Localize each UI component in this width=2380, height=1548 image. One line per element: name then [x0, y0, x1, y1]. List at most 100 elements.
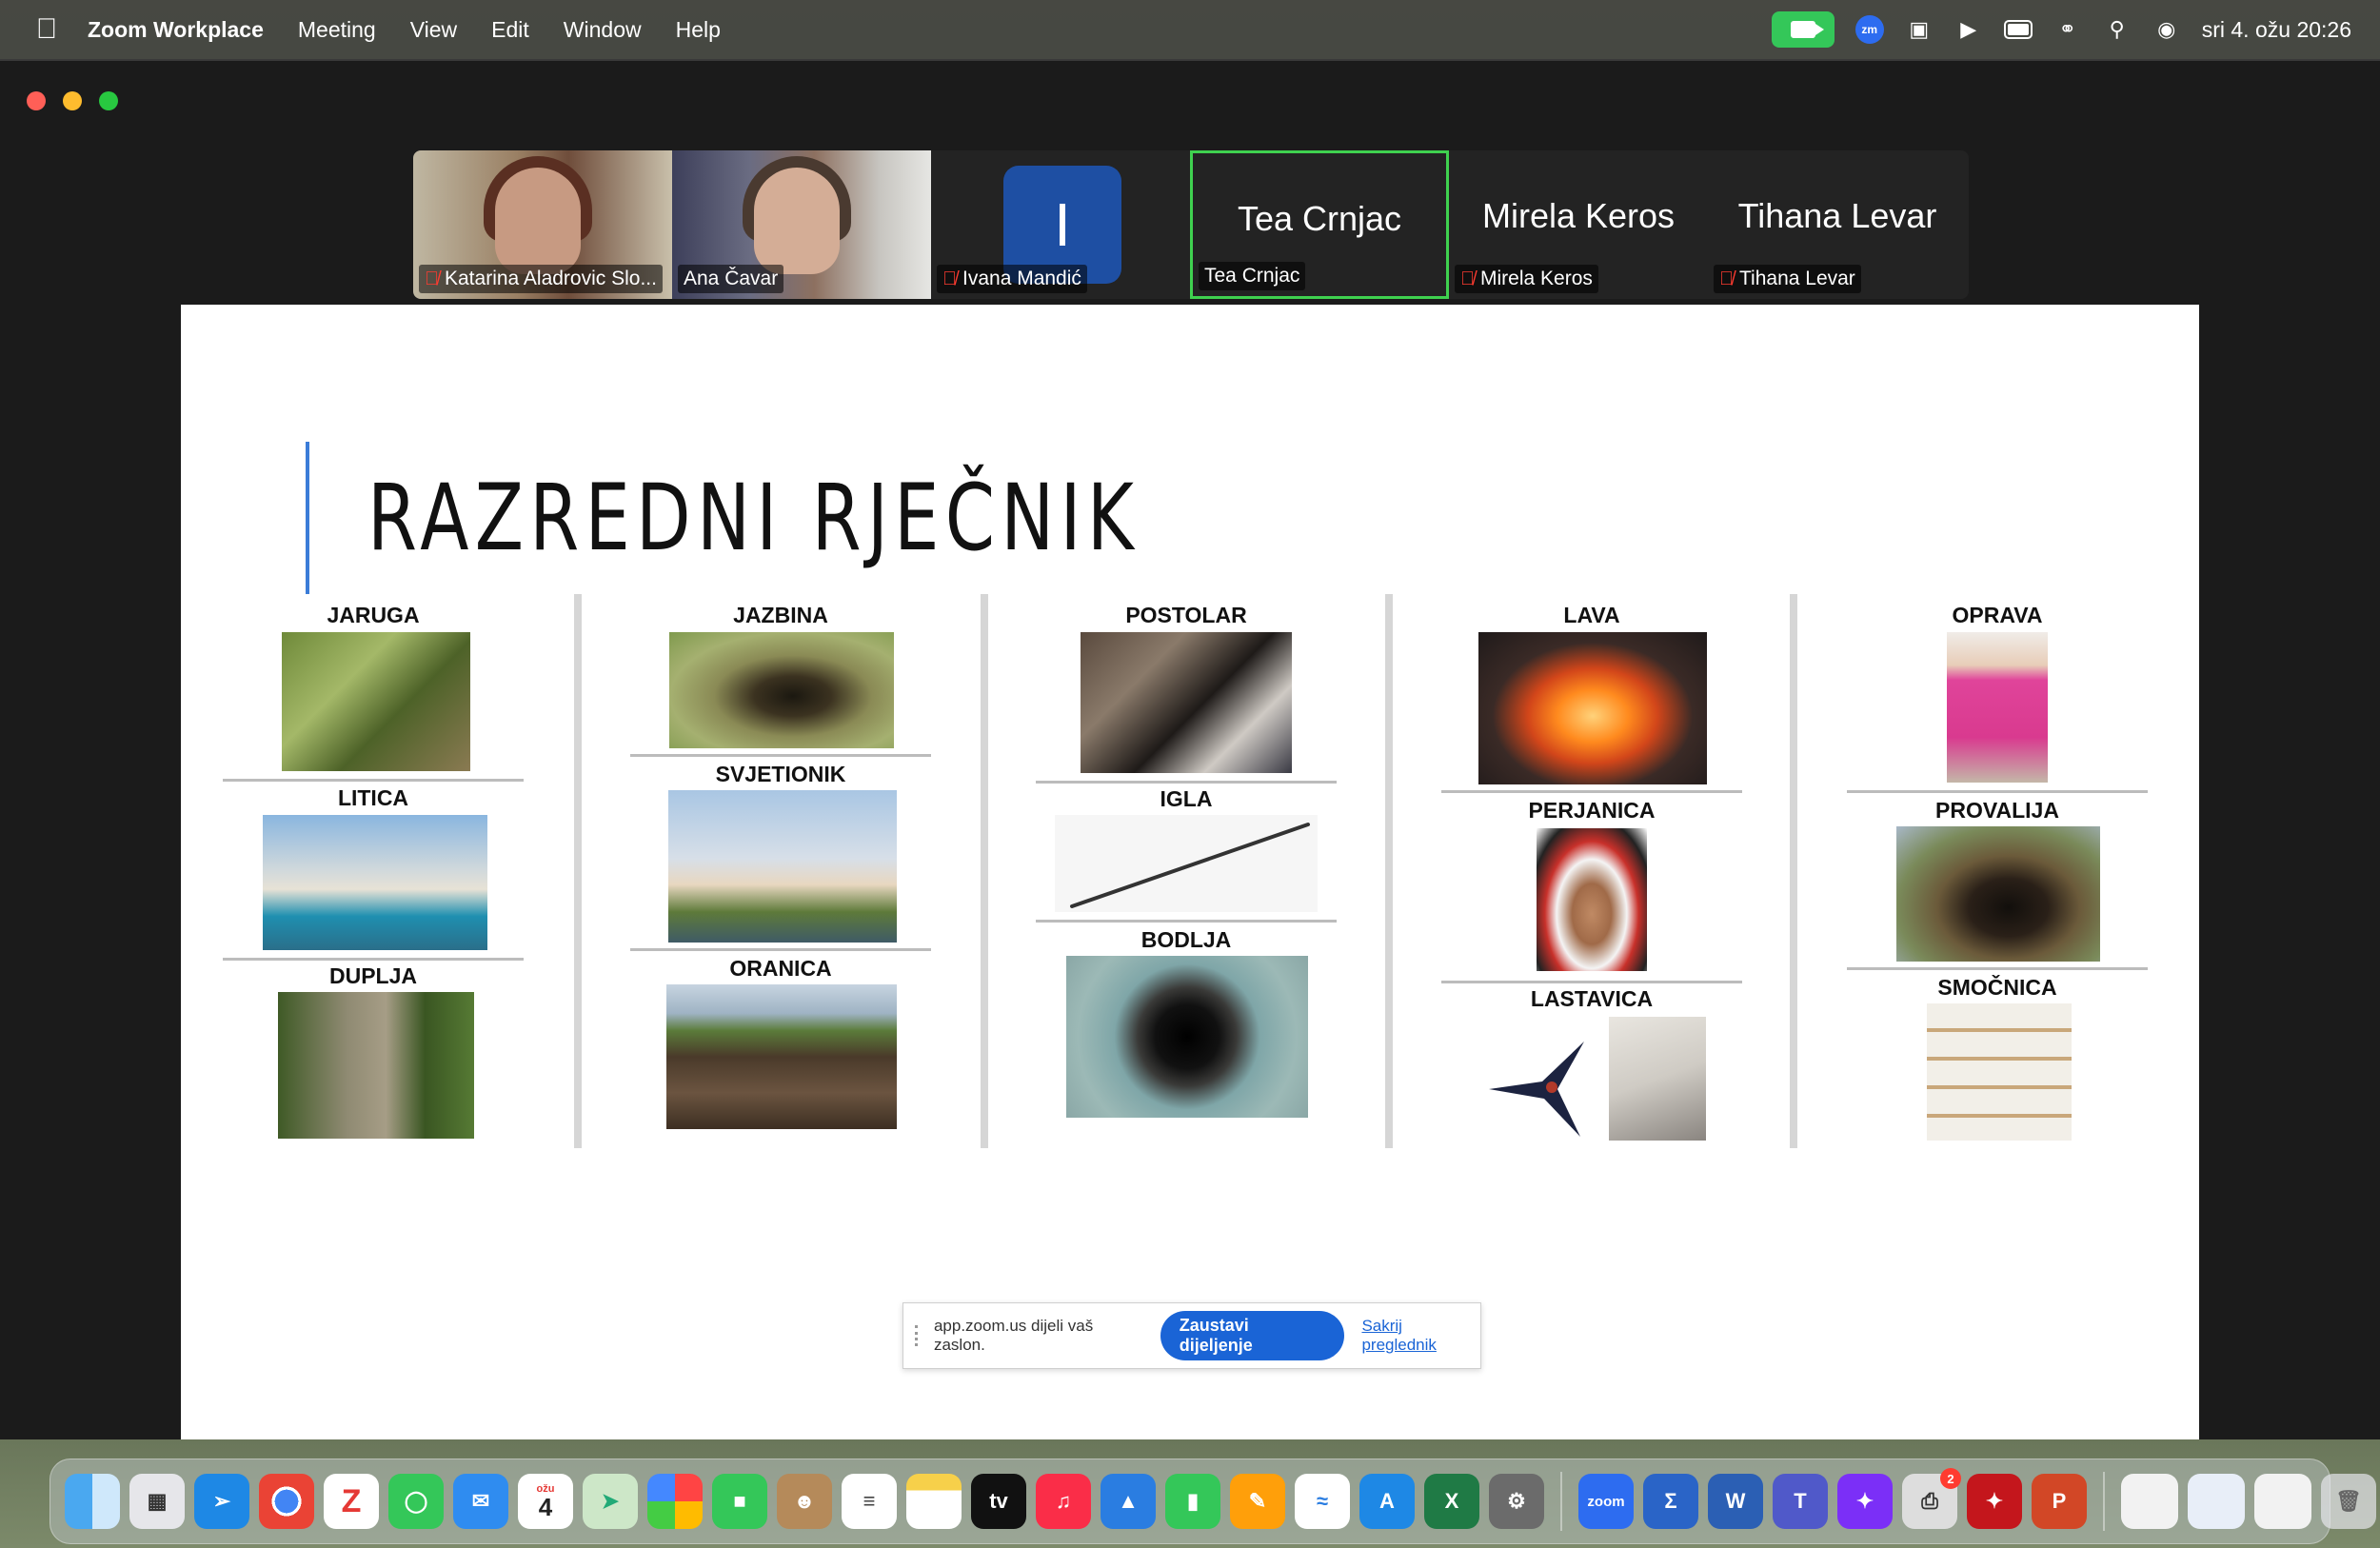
participant-tile-active-speaker[interactable]: Tea Crnjac Tea Crnjac	[1190, 150, 1449, 299]
notes-icon[interactable]	[906, 1474, 962, 1529]
photos-icon[interactable]	[647, 1474, 703, 1529]
participant-label: 🎙̸ Mirela Keros	[1455, 265, 1598, 293]
dock: ▦ ➢ Z ◯ ✉ ožu 4 ➤ ■ ☻ ≡ tv ♫ ▲ ▮ ✎ ≈ A X…	[50, 1459, 2376, 1544]
fullscreen-window-button[interactable]	[99, 91, 118, 110]
system-settings-icon[interactable]: ⚙	[1489, 1474, 1544, 1529]
participant-label: Tea Crnjac	[1199, 262, 1306, 290]
participant-big-name: Tihana Levar	[1737, 196, 1937, 235]
calendar-icon[interactable]: ožu 4	[518, 1474, 573, 1529]
row-divider	[1036, 920, 1337, 923]
shared-screen-slide: RAZREDNI RJEČNIK JARUGA LITICA DUPLJA JA…	[181, 305, 2199, 1439]
row-divider	[630, 754, 931, 757]
participant-name: Ana Čavar	[684, 268, 779, 289]
word-litica: LITICA	[337, 785, 409, 810]
drag-handle-icon[interactable]	[915, 1325, 921, 1346]
word-oranica: ORANICA	[729, 956, 832, 981]
pages-icon[interactable]: ✎	[1230, 1474, 1285, 1529]
acrobat-icon[interactable]: ✦	[1967, 1474, 2022, 1529]
participant-name: Mirela Keros	[1480, 268, 1593, 289]
zoom-menu-icon[interactable]: zm	[1854, 15, 1884, 44]
menu-help[interactable]: Help	[676, 17, 721, 43]
menu-app-name[interactable]: Zoom Workplace	[88, 17, 264, 43]
needle-image	[1055, 815, 1318, 912]
word-postolar: POSTOLAR	[1125, 603, 1247, 627]
muted-mic-icon: 🎙̸	[942, 268, 957, 289]
menu-meeting[interactable]: Meeting	[298, 17, 376, 43]
numbers-icon[interactable]: ▮	[1165, 1474, 1220, 1529]
teams-menu-icon[interactable]: ▣	[1905, 15, 1934, 44]
safari-icon[interactable]: ➢	[194, 1474, 249, 1529]
sigma-app-icon[interactable]: Σ	[1643, 1474, 1698, 1529]
participant-tile[interactable]: 🎙̸ Katarina Aladrovic Slo...	[413, 150, 672, 299]
contacts-icon[interactable]: ☻	[777, 1474, 832, 1529]
excel-icon[interactable]: X	[1424, 1474, 1479, 1529]
recent-document-icon[interactable]	[2121, 1474, 2178, 1529]
facetime-icon[interactable]: ■	[712, 1474, 767, 1529]
search-icon[interactable]: ⚲	[2103, 15, 2132, 44]
hide-browser-link[interactable]: Sakrij preglednik	[1361, 1317, 1480, 1355]
menu-window[interactable]: Window	[564, 17, 642, 43]
menu-edit[interactable]: Edit	[491, 17, 529, 43]
printer-icon[interactable]: ⎙ 2	[1902, 1468, 1961, 1529]
participant-tile[interactable]: Ana Čavar	[672, 150, 931, 299]
word-jaruga: JARUGA	[327, 603, 420, 627]
row-divider	[1441, 790, 1742, 793]
zoom-app-label: zoom	[1587, 1493, 1625, 1510]
word-icon[interactable]: W	[1708, 1474, 1763, 1529]
participant-tile[interactable]: Tihana Levar 🎙̸ Tihana Levar	[1708, 150, 1967, 299]
slide-title: RAZREDNI RJEČNIK	[367, 465, 1140, 571]
row-divider	[1847, 790, 2148, 793]
launchpad-icon[interactable]: ▦	[129, 1474, 185, 1529]
appletv-icon[interactable]: tv	[971, 1474, 1026, 1529]
title-accent-line	[306, 442, 309, 594]
word-igla: IGLA	[1160, 786, 1213, 811]
apple-icon[interactable]: 	[30, 13, 63, 46]
word-svjetionik: SVJETIONIK	[715, 762, 846, 786]
app-store-icon[interactable]: A	[1359, 1474, 1415, 1529]
recent-document-icon[interactable]	[2188, 1474, 2245, 1529]
chasm-image	[1896, 826, 2100, 962]
keynote-icon[interactable]: ▲	[1101, 1474, 1156, 1529]
plowed-field-image	[666, 984, 897, 1129]
recent-document-icon[interactable]	[2254, 1474, 2311, 1529]
row-divider	[630, 948, 931, 951]
dock-separator	[2103, 1472, 2105, 1531]
word-lava: LAVA	[1563, 603, 1620, 627]
stop-sharing-button[interactable]: Zaustavi dijeljenje	[1160, 1311, 1345, 1360]
muted-mic-icon: 🎙̸	[1460, 268, 1475, 289]
reminders-icon[interactable]: ≡	[842, 1474, 897, 1529]
finder-icon[interactable]	[65, 1474, 120, 1529]
word-perjanica: PERJANICA	[1528, 798, 1656, 823]
participant-tile[interactable]: I 🎙̸ Ivana Mandić	[931, 150, 1190, 299]
battery-icon[interactable]	[2003, 15, 2033, 44]
maps-icon[interactable]: ➤	[583, 1474, 638, 1529]
ai-assistant-icon[interactable]: ✦	[1837, 1474, 1893, 1529]
mail-icon[interactable]: ✉	[453, 1474, 508, 1529]
shoemaker-image	[1081, 632, 1292, 773]
powerpoint-icon[interactable]: P	[2032, 1474, 2087, 1529]
video-status-icon[interactable]	[1771, 11, 1835, 48]
zotero-icon[interactable]: Z	[324, 1474, 379, 1529]
chrome-icon[interactable]	[259, 1474, 314, 1529]
participant-label: Ana Čavar	[678, 265, 784, 293]
freeform-icon[interactable]: ≈	[1295, 1474, 1350, 1529]
minimize-window-button[interactable]	[63, 91, 82, 110]
participant-face	[754, 168, 840, 274]
menu-view[interactable]: View	[410, 17, 457, 43]
screen-mirroring-icon[interactable]: ⚭	[2053, 15, 2082, 44]
close-window-button[interactable]	[27, 91, 46, 110]
play-icon[interactable]: ▶	[1954, 15, 1983, 44]
teams-icon[interactable]: T	[1773, 1474, 1828, 1529]
column-divider	[981, 594, 988, 1148]
participant-name: Katarina Aladrovic Slo...	[445, 268, 657, 289]
participant-name: Ivana Mandić	[962, 268, 1081, 289]
trash-icon[interactable]: 🗑	[2321, 1474, 2376, 1529]
messages-icon[interactable]: ◯	[388, 1474, 444, 1529]
participant-tile[interactable]: Mirela Keros 🎙̸ Mirela Keros	[1449, 150, 1708, 299]
menu-clock[interactable]: sri 4. ožu 20:26	[2202, 17, 2351, 43]
zoom-app-icon[interactable]: zoom	[1578, 1474, 1634, 1529]
control-center-icon[interactable]: ◉	[2152, 15, 2181, 44]
tree-hollow-image	[278, 992, 474, 1139]
music-icon[interactable]: ♫	[1036, 1474, 1091, 1529]
lava-image	[1478, 632, 1707, 784]
